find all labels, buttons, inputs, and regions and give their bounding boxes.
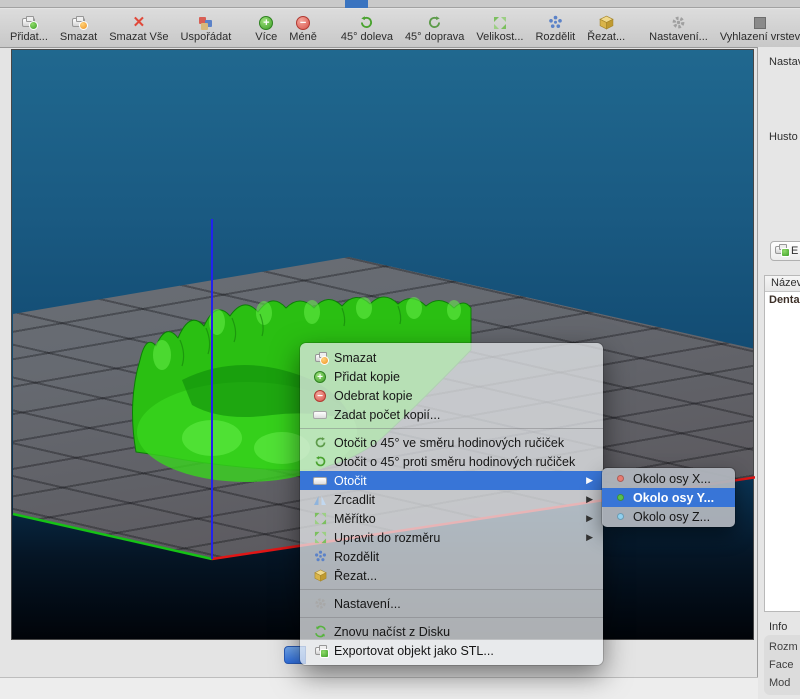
- menu-item-add-copy[interactable]: + Přidat kopie: [300, 367, 603, 386]
- menu-separator: [300, 589, 603, 590]
- layer-square-icon: [754, 14, 766, 31]
- submenu-item-around-z[interactable]: Okolo osy Z...: [602, 507, 735, 526]
- export-box-icon: [312, 643, 328, 658]
- object-list-header: Název: [765, 276, 800, 292]
- info-row-facets: Face: [769, 656, 800, 674]
- menu-separator: [300, 428, 603, 429]
- submenu-item-around-y[interactable]: Okolo osy Y...: [602, 488, 735, 507]
- delete-all-x-icon: ✕: [133, 14, 146, 31]
- context-menu: Smazat + Přidat kopie − Odebrat kopie Za…: [300, 343, 603, 665]
- axis-z-dot-icon: [617, 513, 624, 520]
- menu-item-settings[interactable]: Nastavení...: [300, 594, 603, 613]
- submenu-arrow-icon: ▶: [586, 513, 593, 524]
- fewer-copies-button[interactable]: − Méně: [283, 10, 323, 46]
- reload-icon: [312, 624, 328, 639]
- split-dots-icon: [312, 549, 328, 564]
- menu-item-delete[interactable]: Smazat: [300, 348, 603, 367]
- white-rect-icon: [312, 473, 328, 488]
- submenu-arrow-icon: ▶: [586, 532, 593, 543]
- menu-item-rotate-cw-45[interactable]: Otočit o 45° ve směru hodinových ručiček: [300, 433, 603, 452]
- scale-arrows-icon: [312, 530, 328, 545]
- menu-item-fit-to-size[interactable]: Upravit do rozměru ▶: [300, 528, 603, 547]
- plus-circle-icon: +: [259, 14, 273, 31]
- split-dots-icon: [548, 14, 563, 31]
- submenu-item-around-x[interactable]: Okolo osy X...: [602, 469, 735, 488]
- panel-label-settings: Nastav: [769, 56, 800, 68]
- size-button[interactable]: Velikost...: [470, 10, 529, 46]
- cut-cube-icon: [599, 14, 614, 31]
- menu-item-split[interactable]: Rozdělit: [300, 547, 603, 566]
- axis-y-dot-icon: [617, 494, 624, 501]
- menu-item-rotate[interactable]: Otočit ▶: [300, 471, 603, 490]
- mirror-icon: [312, 492, 328, 507]
- info-row-model: Mod: [769, 674, 800, 692]
- more-copies-button[interactable]: + Více: [249, 10, 283, 46]
- add-box-icon: [22, 14, 35, 31]
- rotate-ccw-icon: [359, 14, 374, 31]
- panel-export-button[interactable]: E: [770, 241, 800, 261]
- minus-circle-icon: −: [312, 388, 328, 403]
- menu-item-export-stl[interactable]: Exportovat objekt jako STL...: [300, 641, 603, 660]
- right-panel: Nastav Husto E Název Dental_ Info Rozm F…: [757, 47, 800, 699]
- plus-circle-icon: +: [312, 369, 328, 384]
- delete-button[interactable]: Smazat: [54, 10, 103, 46]
- axis-x-dot-icon: [617, 475, 624, 482]
- object-list[interactable]: Název Dental_: [764, 275, 800, 612]
- rotate-cw-icon: [312, 435, 328, 450]
- scale-arrows-icon: [493, 14, 507, 31]
- rotate-ccw-icon: [312, 454, 328, 469]
- object-list-row[interactable]: Dental_: [765, 292, 800, 306]
- menu-item-scale[interactable]: Měřítko ▶: [300, 509, 603, 528]
- delete-box-icon: [72, 14, 85, 31]
- cut-cube-icon: [312, 568, 328, 583]
- menu-item-remove-copy[interactable]: − Odebrat kopie: [300, 386, 603, 405]
- menu-item-reload-from-disk[interactable]: Znovu načíst z Disku: [300, 622, 603, 641]
- toolbar: Přidat... Smazat ✕ Smazat Vše Uspořádat …: [0, 9, 800, 48]
- gear-icon: [671, 14, 686, 31]
- submenu-arrow-icon: ▶: [586, 494, 593, 505]
- rotate-right-button[interactable]: 45° doprava: [399, 10, 470, 46]
- arrange-button[interactable]: Uspořádat: [175, 10, 238, 46]
- text-field-icon: [312, 407, 328, 422]
- minus-circle-icon: −: [296, 14, 310, 31]
- status-bar: [0, 678, 758, 699]
- menu-item-set-copies[interactable]: Zadat počet kopií...: [300, 405, 603, 424]
- arrange-cubes-icon: [198, 14, 213, 31]
- delete-box-icon: [312, 350, 328, 365]
- slicer-window: Přidat... Smazat ✕ Smazat Vše Uspořádat …: [0, 0, 800, 699]
- split-button[interactable]: Rozdělit: [529, 10, 581, 46]
- submenu-arrow-icon: ▶: [586, 475, 593, 486]
- info-box: Rozm Face Mod: [764, 635, 800, 695]
- scale-arrows-icon: [312, 511, 328, 526]
- menu-item-mirror[interactable]: Zrcadlit ▶: [300, 490, 603, 509]
- cut-button[interactable]: Řezat...: [581, 10, 631, 46]
- layer-smoothing-button[interactable]: Vyhlazení vrstev: [714, 10, 800, 46]
- rotate-submenu: Okolo osy X... Okolo osy Y... Okolo osy …: [602, 468, 735, 527]
- settings-button[interactable]: Nastavení...: [643, 10, 714, 46]
- info-row-size: Rozm: [769, 638, 800, 656]
- export-box-icon: [775, 245, 787, 257]
- tab-strip-accent: [345, 0, 368, 8]
- info-label: Info: [769, 621, 787, 633]
- rotate-left-button[interactable]: 45° doleva: [335, 10, 399, 46]
- add-button[interactable]: Přidat...: [4, 10, 54, 46]
- menu-item-cut[interactable]: Řezat...: [300, 566, 603, 585]
- axis-y: [13, 514, 212, 559]
- menu-separator: [300, 617, 603, 618]
- tab-strip: [0, 0, 800, 8]
- rotate-cw-icon: [427, 14, 442, 31]
- menu-item-rotate-ccw-45[interactable]: Otočit o 45° proti směru hodinových ruči…: [300, 452, 603, 471]
- panel-label-density: Husto: [769, 131, 798, 143]
- gear-icon: [312, 596, 328, 611]
- delete-all-button[interactable]: ✕ Smazat Vše: [103, 10, 174, 46]
